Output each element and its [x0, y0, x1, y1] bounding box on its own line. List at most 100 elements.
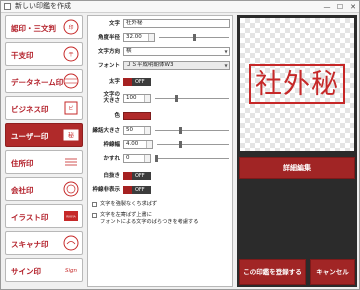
size-value: 100: [126, 95, 137, 101]
nav-item-data-name[interactable]: データネーム印: [5, 69, 83, 93]
spin-arrows-icon[interactable]: [144, 155, 150, 162]
hollow-toggle-state: OFF: [135, 173, 145, 179]
minimize-button[interactable]: —: [321, 1, 333, 13]
slider-thumb[interactable]: [193, 34, 196, 41]
frame-size-slider[interactable]: [155, 126, 229, 135]
blur-value: 0: [126, 155, 130, 161]
frame-hide-toggle-state: OFF: [135, 187, 145, 193]
direction-select[interactable]: 横 ▼: [123, 47, 230, 56]
hollow-label: 白抜き: [103, 173, 120, 179]
angle-stepper[interactable]: 32.00: [123, 33, 155, 42]
company-stamp-icon: [63, 181, 79, 197]
color-label: 色: [114, 113, 120, 119]
svg-text:秘: 秘: [68, 132, 74, 140]
stamp-thumbnail-icon: 印: [63, 19, 79, 35]
nav-item-label: ユーザー印: [11, 132, 49, 141]
angle-value: 32.00: [126, 34, 142, 40]
color-swatch[interactable]: [123, 112, 151, 120]
chevron-down-icon[interactable]: ▼: [223, 48, 229, 55]
size-label-line2: 大きさ: [103, 98, 120, 104]
app-icon: [4, 3, 11, 10]
stamp-preview-text: 社外秘: [255, 69, 339, 100]
cancel-button[interactable]: キャンセル: [310, 259, 355, 285]
frame-width-stepper[interactable]: 4.00: [123, 140, 153, 149]
bold-toggle[interactable]: OFF: [123, 78, 151, 86]
company-badge-text: RIKIYA: [66, 215, 76, 219]
frame-hide-label: 枠線非表示: [92, 187, 120, 193]
spin-arrows-icon[interactable]: [146, 141, 152, 148]
nav-item-user[interactable]: ユーザー印 秘: [5, 123, 83, 147]
slider-thumb[interactable]: [179, 127, 182, 134]
data-stamp-icon: [63, 73, 79, 89]
settings-panel: 文字 社外秘 角度半径 32.00 文字方向 横 ▼ フォント ＪＳ平成明朝体W3…: [87, 15, 233, 287]
hollow-toggle[interactable]: OFF: [123, 172, 151, 180]
scanner-stamp-icon: [63, 235, 79, 251]
user-stamp-icon: 秘: [63, 129, 79, 141]
checkbox-2[interactable]: [92, 213, 97, 218]
frame-size-value: 50: [126, 127, 133, 133]
nav-item-label: データネーム印: [11, 78, 64, 87]
nav-item-sign[interactable]: サイン印 Sign: [5, 258, 83, 282]
nav-item-company[interactable]: 会社印: [5, 177, 83, 201]
spin-arrows-icon[interactable]: [144, 127, 150, 134]
text-input[interactable]: 社外秘: [123, 19, 230, 28]
svg-text:干: 干: [68, 52, 73, 58]
slider-thumb[interactable]: [155, 155, 158, 162]
frame-width-slider[interactable]: [157, 140, 229, 149]
frame-size-label: 縁話大きさ: [92, 128, 120, 134]
nav-item-illustration[interactable]: イラスト印 RIKIYA: [5, 204, 83, 228]
size-slider[interactable]: [155, 94, 229, 103]
register-stamp-button[interactable]: この印鑑を登録する: [239, 259, 306, 285]
nav-item-address[interactable]: 住所印: [5, 150, 83, 174]
checkbox-2-label-line2: フォントによる文字のばらつきを考慮する: [100, 219, 199, 225]
address-stamp-icon: [65, 158, 77, 166]
nav-item-label: 認印・三文判: [11, 24, 56, 33]
nav-item-label: イラスト印: [11, 213, 49, 222]
detail-edit-button[interactable]: 詳細編集: [239, 157, 355, 179]
nav-item-label: ビジネス印: [11, 105, 49, 114]
stamp-frame: 社外秘: [249, 64, 345, 104]
direction-label: 文字方向: [97, 49, 120, 55]
spin-arrows-icon[interactable]: [148, 34, 154, 41]
illustration-stamp-icon: RIKIYA: [64, 211, 78, 221]
window-title: 新しい印鑑を作成: [15, 2, 71, 10]
frame-hide-toggle[interactable]: OFF: [123, 186, 151, 194]
category-nav: 認印・三文判 印 干支印 干 データネーム印 ビジネス印 ビ ユーザー印 秘 住…: [5, 15, 83, 287]
sign-thumbnail-text: Sign: [65, 268, 78, 274]
text-label: 文字: [108, 21, 120, 27]
sign-stamp-icon: Sign: [65, 268, 78, 274]
nav-item-eto[interactable]: 干支印 干: [5, 42, 83, 66]
close-button[interactable]: ✕: [347, 1, 359, 13]
blur-stepper[interactable]: 0: [123, 154, 151, 163]
bold-label: 太字: [108, 79, 120, 85]
blur-slider[interactable]: [155, 154, 229, 163]
slider-thumb[interactable]: [179, 141, 182, 148]
nav-item-mitomein[interactable]: 認印・三文判 印: [5, 15, 83, 39]
nav-item-business[interactable]: ビジネス印 ビ: [5, 96, 83, 120]
font-select[interactable]: ＪＳ平成明朝体W3 ▼: [123, 61, 230, 70]
frame-size-stepper[interactable]: 50: [123, 126, 151, 135]
stamp-preview: 社外秘: [240, 18, 354, 151]
nav-item-label: 会社印: [11, 186, 34, 195]
checkbox-2-label-line1: 文字を左寄ばず上書に: [100, 212, 152, 218]
preview-panel: 社外秘 詳細編集 この印鑑を登録する キャンセル: [237, 15, 357, 287]
nav-item-scanner[interactable]: スキャナ印: [5, 231, 83, 255]
slider-thumb[interactable]: [175, 95, 178, 102]
nav-item-label: サイン印: [11, 267, 41, 276]
direction-value: 横: [126, 48, 132, 54]
business-stamp-icon: ビ: [64, 101, 78, 115]
spin-arrows-icon[interactable]: [144, 95, 150, 102]
nav-item-label: 住所印: [11, 159, 34, 168]
svg-text:印: 印: [68, 24, 73, 31]
font-value: ＪＳ平成明朝体W3: [126, 62, 174, 68]
frame-width-label: 枠線幅: [103, 142, 120, 148]
frame-width-value: 4.00: [126, 141, 139, 147]
size-stepper[interactable]: 100: [123, 94, 151, 103]
maximize-button[interactable]: ☐: [334, 1, 346, 13]
nav-item-label: 干支印: [11, 51, 34, 60]
chevron-down-icon[interactable]: ▼: [223, 62, 229, 69]
svg-text:ビ: ビ: [68, 105, 73, 112]
checkbox-1[interactable]: [92, 202, 97, 207]
main-window: 新しい印鑑を作成 — ☐ ✕ 認印・三文判 印 干支印 干 データネーム印 ビジ…: [0, 0, 360, 290]
angle-slider[interactable]: [159, 33, 229, 42]
